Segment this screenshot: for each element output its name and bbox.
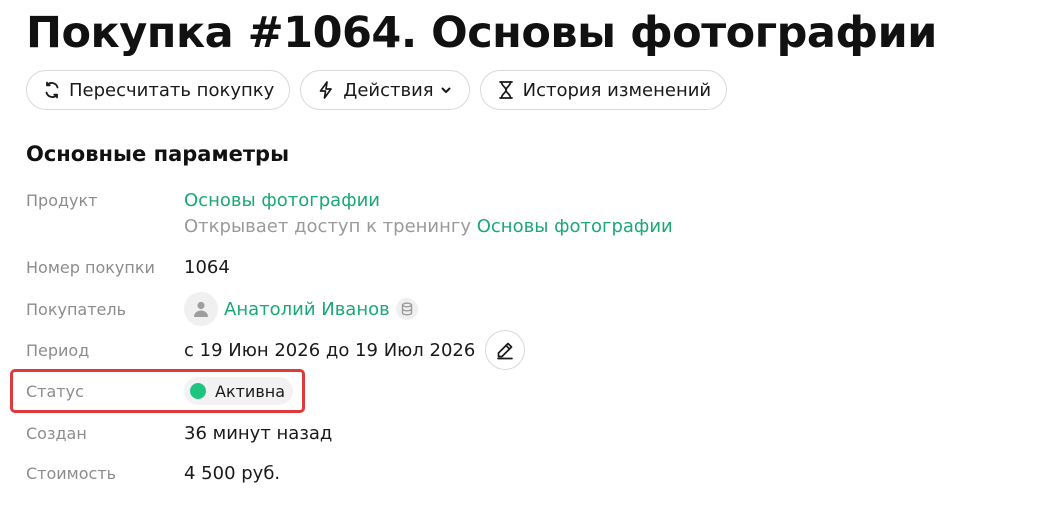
field-label: Период: [26, 340, 90, 360]
product-note: Открывает доступ к тренингу Основы фотог…: [184, 217, 673, 237]
period-text: с 19 Июн 2026 до 19 Июл 2026: [184, 339, 476, 361]
field-period: Период с 19 Июн 2026 до 19 Июл 2026: [26, 330, 526, 370]
field-label: Покупатель: [26, 299, 127, 319]
refresh-icon: [41, 79, 63, 101]
recalc-purchase-label: Пересчитать покупку: [69, 79, 275, 101]
buyer-value: Анатолий Иванов: [184, 292, 418, 326]
purchase-page: Покупка #1064. Основы фотографии Пересчи…: [0, 0, 1043, 508]
price-value: 4 500 руб.: [184, 463, 281, 484]
chevron-down-icon: [440, 83, 454, 97]
status-highlight-frame: [10, 369, 305, 413]
field-product: Продукт Основы фотографии Открывает дост…: [26, 191, 673, 237]
field-label: Стоимость: [26, 464, 117, 483]
section-title: Основные параметры: [26, 142, 290, 166]
lightning-icon: [315, 79, 337, 101]
field-label: Продукт: [26, 191, 98, 210]
created-value: 36 минут назад: [184, 423, 333, 444]
edit-period-button[interactable]: [485, 330, 526, 370]
period-value: с 19 Июн 2026 до 19 Июл 2026: [184, 330, 526, 370]
training-link[interactable]: Основы фотографии: [477, 216, 673, 237]
field-price: Стоимость 4 500 руб.: [26, 463, 280, 485]
history-button[interactable]: История изменений: [479, 70, 728, 110]
actions-dropdown-button[interactable]: Действия: [300, 70, 470, 110]
history-label: История изменений: [522, 79, 712, 101]
field-created: Создан 36 минут назад: [26, 423, 332, 445]
page-title: Покупка #1064. Основы фотографии: [26, 8, 937, 58]
hourglass-icon: [495, 79, 517, 101]
field-label: Создан: [26, 424, 87, 443]
toolbar: Пересчитать покупку Действия История изм…: [26, 70, 728, 110]
field-number: Номер покупки 1064: [26, 258, 230, 278]
buyer-link[interactable]: Анатолий Иванов: [224, 299, 390, 320]
actions-label: Действия: [343, 79, 434, 101]
database-icon[interactable]: [395, 298, 418, 320]
field-label: Номер покупки: [26, 258, 155, 277]
field-buyer: Покупатель Анатолий Иванов: [26, 292, 418, 326]
product-link[interactable]: Основы фотографии: [184, 191, 673, 211]
purchase-number: 1064: [184, 257, 230, 278]
recalc-purchase-button[interactable]: Пересчитать покупку: [26, 70, 291, 110]
product-values: Основы фотографии Открывает доступ к тре…: [184, 191, 673, 237]
user-avatar-icon[interactable]: [184, 292, 218, 326]
pencil-icon: [497, 342, 514, 360]
product-note-text: Открывает доступ к тренингу: [184, 216, 471, 237]
